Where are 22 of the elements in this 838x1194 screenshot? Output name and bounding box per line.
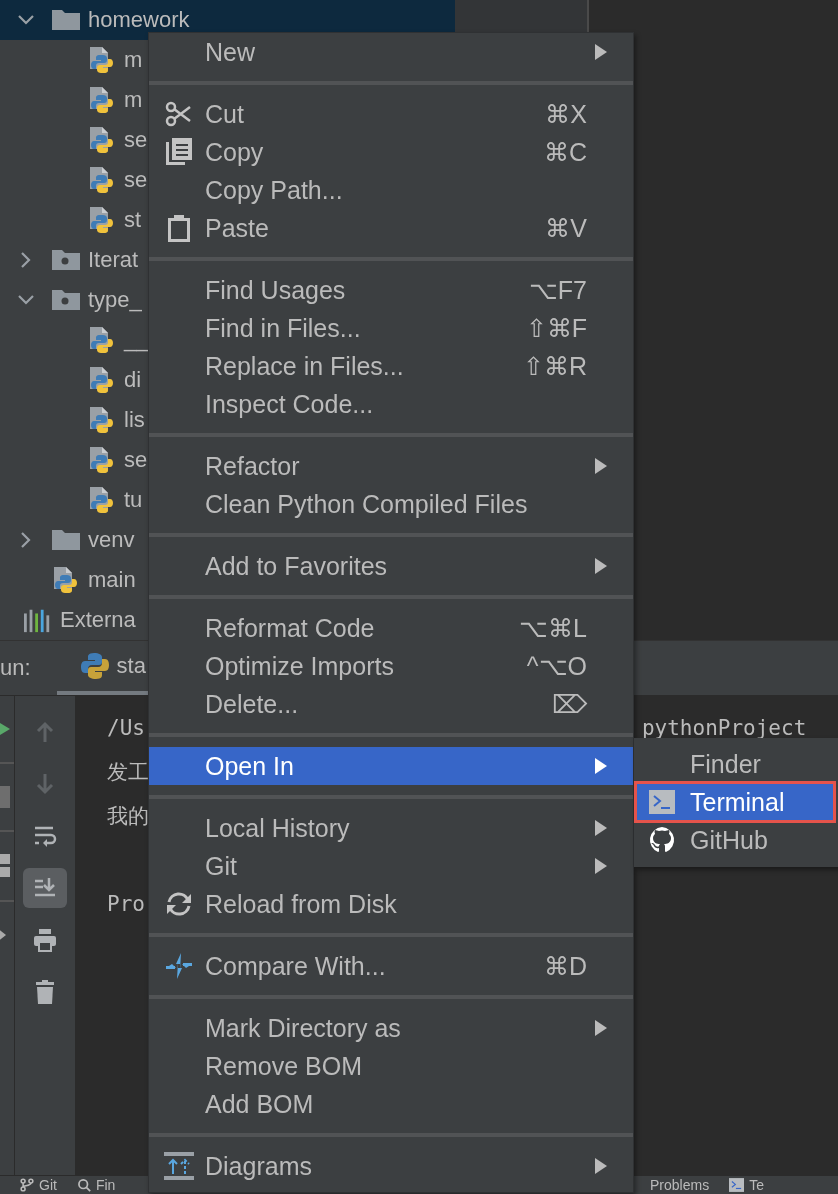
console-line: pythonProject <box>641 716 807 740</box>
console-line: 我的 <box>107 803 149 830</box>
tree-label: homework <box>88 7 190 33</box>
tree-label: m <box>124 47 143 73</box>
tree-label: lis <box>124 407 145 433</box>
tree-label: di <box>124 367 142 393</box>
console-line: 发工 <box>107 759 149 786</box>
console-line: /Us <box>107 716 145 740</box>
tree-label: se <box>124 167 148 193</box>
panel-label: un: <box>0 655 31 681</box>
tree-label: st <box>124 207 142 233</box>
tree-label: Externa <box>60 607 136 633</box>
tree-label: venv <box>88 527 135 553</box>
tree-label: se <box>124 127 148 153</box>
tree-label: type_ <box>88 287 142 313</box>
tree-label: __ <box>124 327 149 353</box>
console-line: Pro <box>107 892 145 916</box>
tree-label: main <box>88 567 136 593</box>
tree-label: se <box>124 447 148 473</box>
tree-label: tu <box>124 487 143 513</box>
tree-label: m <box>124 87 143 113</box>
tree-label: Iterat <box>88 247 139 273</box>
